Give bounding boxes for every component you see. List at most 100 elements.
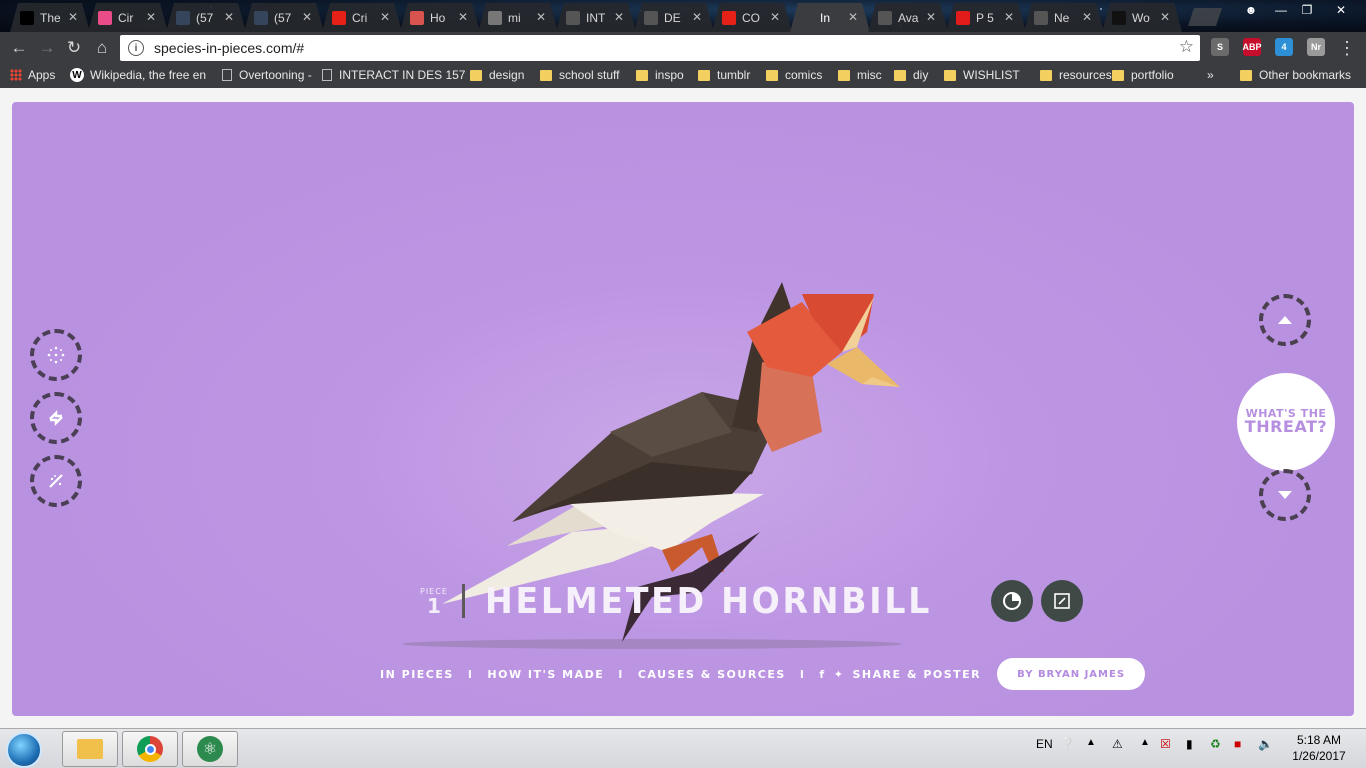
close-tab-icon[interactable]: ✕: [770, 10, 780, 24]
browser-tab[interactable]: (57 ✕: [166, 3, 246, 32]
bookmark-folder[interactable]: resources: [1040, 68, 1112, 82]
close-tab-icon[interactable]: ✕: [1082, 10, 1092, 24]
browser-tab[interactable]: Wo ✕: [1102, 3, 1182, 32]
close-window-button[interactable]: ✕: [1326, 0, 1356, 20]
close-tab-icon[interactable]: ✕: [926, 10, 936, 24]
tab-label: (57: [196, 10, 214, 25]
browser-tab[interactable]: Ne ✕: [1024, 3, 1104, 32]
bookmark-folder[interactable]: misc: [838, 68, 882, 82]
bookmark-label: Apps: [28, 68, 56, 82]
help-icon[interactable]: ❔: [1060, 737, 1075, 751]
next-species-button[interactable]: [1259, 469, 1311, 521]
bookmark-folder[interactable]: diy: [894, 68, 928, 82]
browser-tab[interactable]: Cir ✕: [88, 3, 168, 32]
menu-icon[interactable]: ⋮: [1336, 37, 1358, 59]
close-tab-icon[interactable]: ✕: [614, 10, 624, 24]
browser-tab[interactable]: mi ✕: [478, 3, 558, 32]
signal-icon[interactable]: ▮: [1186, 737, 1193, 751]
how-its-made-link[interactable]: HOW IT'S MADE: [487, 668, 604, 681]
browser-tab[interactable]: Ho ✕: [400, 3, 480, 32]
bookmark-folder[interactable]: Other bookmarks: [1240, 68, 1351, 82]
browser-tab[interactable]: The ✕: [10, 3, 90, 32]
bookmark-folder[interactable]: design: [470, 68, 524, 82]
back-arrow-icon[interactable]: ←: [8, 37, 30, 59]
browser-tab[interactable]: INT ✕: [556, 3, 636, 32]
bookmark-wiki[interactable]: W Wikipedia, the free en: [70, 68, 206, 82]
bookmark-label: resources: [1059, 68, 1112, 82]
browser-tab[interactable]: P 5 ✕: [946, 3, 1026, 32]
bookmark-folder[interactable]: comics: [766, 68, 822, 82]
pieces-icon[interactable]: [30, 329, 82, 381]
user-icon[interactable]: ☻: [1236, 0, 1266, 20]
browser-tab[interactable]: CO ✕: [712, 3, 792, 32]
language-indicator[interactable]: EN: [1036, 737, 1053, 751]
twitter-icon[interactable]: ✦: [834, 668, 845, 681]
chrome-icon[interactable]: [122, 731, 178, 767]
volume-icon[interactable]: 🔈: [1258, 737, 1273, 751]
byline-button[interactable]: BY BRYAN JAMES: [997, 658, 1146, 690]
close-tab-icon[interactable]: ✕: [302, 10, 312, 24]
bookmark-page[interactable]: Overtooning -: [222, 68, 312, 82]
network-error-icon[interactable]: ☒: [1160, 737, 1171, 751]
bookmark-folder[interactable]: school stuff: [540, 68, 619, 82]
home-icon[interactable]: ⌂: [91, 37, 113, 59]
tray-chevron-icon[interactable]: ▲: [1086, 737, 1096, 748]
close-tab-icon[interactable]: ✕: [1004, 10, 1014, 24]
bookmark-star-icon[interactable]: ☆: [1179, 37, 1194, 57]
extension-icon[interactable]: 4: [1275, 38, 1293, 56]
atom-icon[interactable]: ⚛: [182, 731, 238, 767]
bookmark-page[interactable]: INTERACT IN DES 157: [322, 68, 465, 82]
sync-icon[interactable]: ♻: [1210, 737, 1221, 751]
reload-icon[interactable]: ↻: [63, 37, 85, 59]
bookmark-label: INTERACT IN DES 157: [339, 68, 466, 82]
browser-tab[interactable]: In ✕: [790, 3, 870, 32]
mute-slash-icon: [49, 474, 63, 488]
bookmark-folder[interactable]: inspo: [636, 68, 684, 82]
close-tab-icon[interactable]: ✕: [458, 10, 468, 24]
edit-button[interactable]: [1040, 580, 1083, 622]
info-icon[interactable]: i: [128, 40, 144, 56]
bookmark-overflow[interactable]: »: [1207, 68, 1214, 82]
browser-tab[interactable]: DE ✕: [634, 3, 714, 32]
address-bar[interactable]: i species-in-pieces.com/# ☆: [120, 35, 1200, 61]
extension-icon[interactable]: Nr: [1307, 38, 1325, 56]
bookmark-folder[interactable]: portfolio: [1112, 68, 1174, 82]
shuffle-icon[interactable]: [30, 392, 82, 444]
extension-icon[interactable]: S: [1211, 38, 1229, 56]
file-explorer-icon[interactable]: [62, 731, 118, 767]
close-tab-icon[interactable]: ✕: [224, 10, 234, 24]
dots-circle-icon: [47, 346, 65, 364]
extension-icon[interactable]: ABP: [1243, 38, 1262, 56]
browser-tab[interactable]: Cri ✕: [322, 3, 402, 32]
share-poster-link[interactable]: SHARE & POSTER: [852, 668, 981, 681]
bookmark-folder[interactable]: tumblr: [698, 68, 750, 82]
previous-species-button[interactable]: [1259, 294, 1311, 346]
facebook-icon[interactable]: f: [819, 668, 825, 681]
sound-toggle-icon[interactable]: [30, 455, 82, 507]
population-chart-button[interactable]: [990, 580, 1033, 622]
bookmark-folder[interactable]: WISHLIST: [944, 68, 1020, 82]
close-tab-icon[interactable]: ✕: [380, 10, 390, 24]
close-tab-icon[interactable]: ✕: [68, 10, 78, 24]
show-hidden-icon[interactable]: ▲: [1140, 737, 1150, 748]
warning-icon[interactable]: ⚠: [1112, 737, 1123, 751]
security-icon[interactable]: ■: [1234, 737, 1241, 751]
close-tab-icon[interactable]: ✕: [1160, 10, 1170, 24]
start-button[interactable]: [6, 732, 42, 768]
bookmark-apps[interactable]: Apps: [10, 68, 55, 82]
system-clock[interactable]: 5:18 AM 1/26/2017: [1284, 732, 1354, 764]
close-tab-icon[interactable]: ✕: [146, 10, 156, 24]
close-tab-icon[interactable]: ✕: [692, 10, 702, 24]
address-url[interactable]: species-in-pieces.com/#: [154, 40, 304, 56]
browser-tab[interactable]: (57 ✕: [244, 3, 324, 32]
forward-arrow-icon[interactable]: →: [36, 37, 58, 59]
close-tab-icon[interactable]: ✕: [536, 10, 546, 24]
footer-nav: IN PIECES I HOW IT'S MADE I CAUSES & SOU…: [380, 658, 1146, 690]
browser-tab[interactable]: Ava ✕: [868, 3, 948, 32]
tab-label: INT: [586, 10, 606, 25]
close-tab-icon[interactable]: ✕: [848, 10, 858, 24]
whats-the-threat-button[interactable]: WHAT'S THE THREAT?: [1237, 373, 1335, 471]
in-pieces-link[interactable]: IN PIECES: [380, 668, 454, 681]
restore-button[interactable]: ❐: [1292, 0, 1322, 20]
causes-sources-link[interactable]: CAUSES & SOURCES: [638, 668, 786, 681]
